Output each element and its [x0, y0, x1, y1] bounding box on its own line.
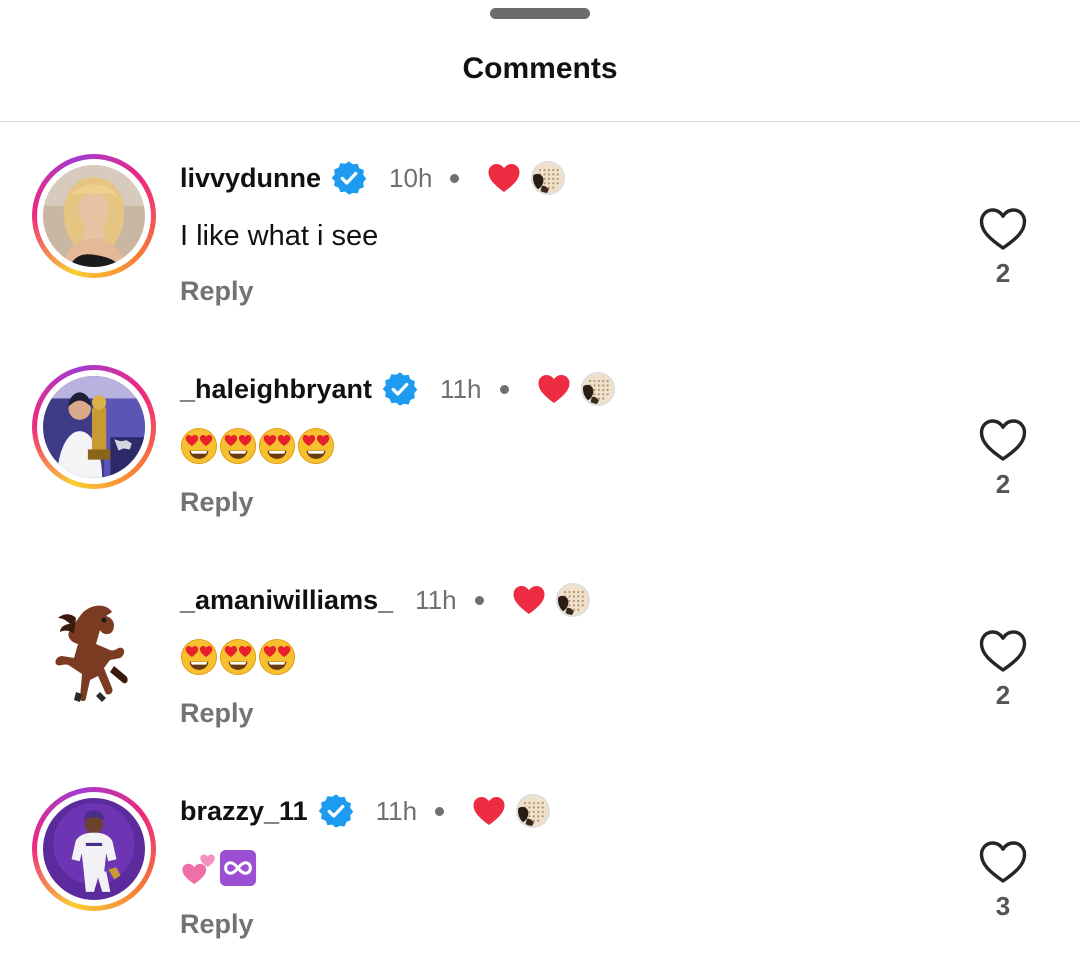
reply-button[interactable]: Reply [180, 487, 254, 518]
separator-dot [435, 806, 445, 816]
page-title: Comments [462, 52, 618, 85]
creator-avatar [531, 161, 566, 195]
like-count: 2 [995, 469, 1011, 499]
reply-button[interactable]: Reply [180, 698, 254, 729]
heart-eyes-emoji [258, 427, 296, 465]
avatar [43, 165, 145, 267]
separator-dot [474, 595, 484, 605]
separator-dot [450, 173, 460, 183]
username[interactable]: livvydunne [180, 163, 321, 194]
story-ring[interactable] [32, 365, 156, 489]
comment-meta: livvydunne 10h [180, 158, 566, 198]
sheet-header: Comments [0, 0, 1080, 122]
like-count: 2 [995, 680, 1011, 710]
creator-avatar [555, 583, 590, 617]
heart-eyes-emoji [219, 427, 257, 465]
two-hearts-emoji [180, 849, 218, 887]
comment-time: 10h [389, 162, 433, 193]
like-count: 3 [995, 891, 1011, 921]
comment-item: brazzy_11 11h Reply 3 [0, 763, 1080, 953]
comments-sheet: Comments livvydunne 10h I like what i se… [0, 0, 1080, 965]
avatar[interactable] [42, 596, 142, 706]
drag-handle[interactable] [490, 8, 590, 19]
heart-eyes-emoji [180, 427, 218, 465]
infinity-emoji [219, 849, 257, 887]
heart-eyes-emoji [180, 638, 218, 676]
like-heart-icon[interactable] [978, 628, 1028, 674]
comment-time: 11h [440, 373, 482, 404]
heart-eyes-emoji [219, 638, 257, 676]
reply-button[interactable]: Reply [180, 276, 254, 307]
heart-eyes-emoji [297, 427, 335, 465]
creator-avatar [580, 372, 615, 406]
like-heart-icon[interactable] [978, 417, 1028, 463]
separator-dot [499, 384, 509, 394]
username[interactable]: _haleighbryant [180, 374, 372, 405]
verified-badge-icon [382, 371, 418, 407]
like-heart-icon[interactable] [978, 839, 1028, 885]
comment-time: 11h [375, 795, 418, 826]
like-count: 2 [995, 258, 1011, 288]
comment-item: _amaniwilliams_ 11h Reply 2 [0, 552, 1080, 742]
username[interactable]: _amaniwilliams_ [180, 585, 393, 616]
comment-text: I like what i see [180, 220, 379, 252]
comment-meta: brazzy_11 11h [180, 791, 551, 831]
verified-badge-icon [331, 160, 367, 196]
comment-meta: _amaniwilliams_ 11h [180, 580, 590, 620]
comment-emojis [180, 427, 336, 465]
username[interactable]: brazzy_11 [180, 796, 308, 827]
avatar [43, 798, 145, 900]
creator-liked-heart-icon [512, 584, 546, 616]
comment-item: livvydunne 10h I like what i see Reply 2 [0, 130, 1080, 320]
avatar [43, 376, 145, 478]
reply-button[interactable]: Reply [180, 909, 254, 940]
story-ring[interactable] [32, 787, 156, 911]
creator-liked-heart-icon [537, 373, 571, 405]
like-heart-icon[interactable] [978, 206, 1028, 252]
comment-item: _haleighbryant 11h Reply 2 [0, 341, 1080, 531]
comment-meta: _haleighbryant 11h [180, 369, 615, 409]
heart-eyes-emoji [258, 638, 296, 676]
creator-liked-heart-icon [472, 795, 506, 827]
comment-emojis [180, 638, 297, 676]
comment-emojis [180, 849, 258, 887]
comment-time: 11h [415, 584, 457, 615]
creator-liked-heart-icon [487, 162, 521, 194]
verified-badge-icon [318, 793, 354, 829]
story-ring[interactable] [32, 154, 156, 278]
creator-avatar [516, 794, 551, 828]
